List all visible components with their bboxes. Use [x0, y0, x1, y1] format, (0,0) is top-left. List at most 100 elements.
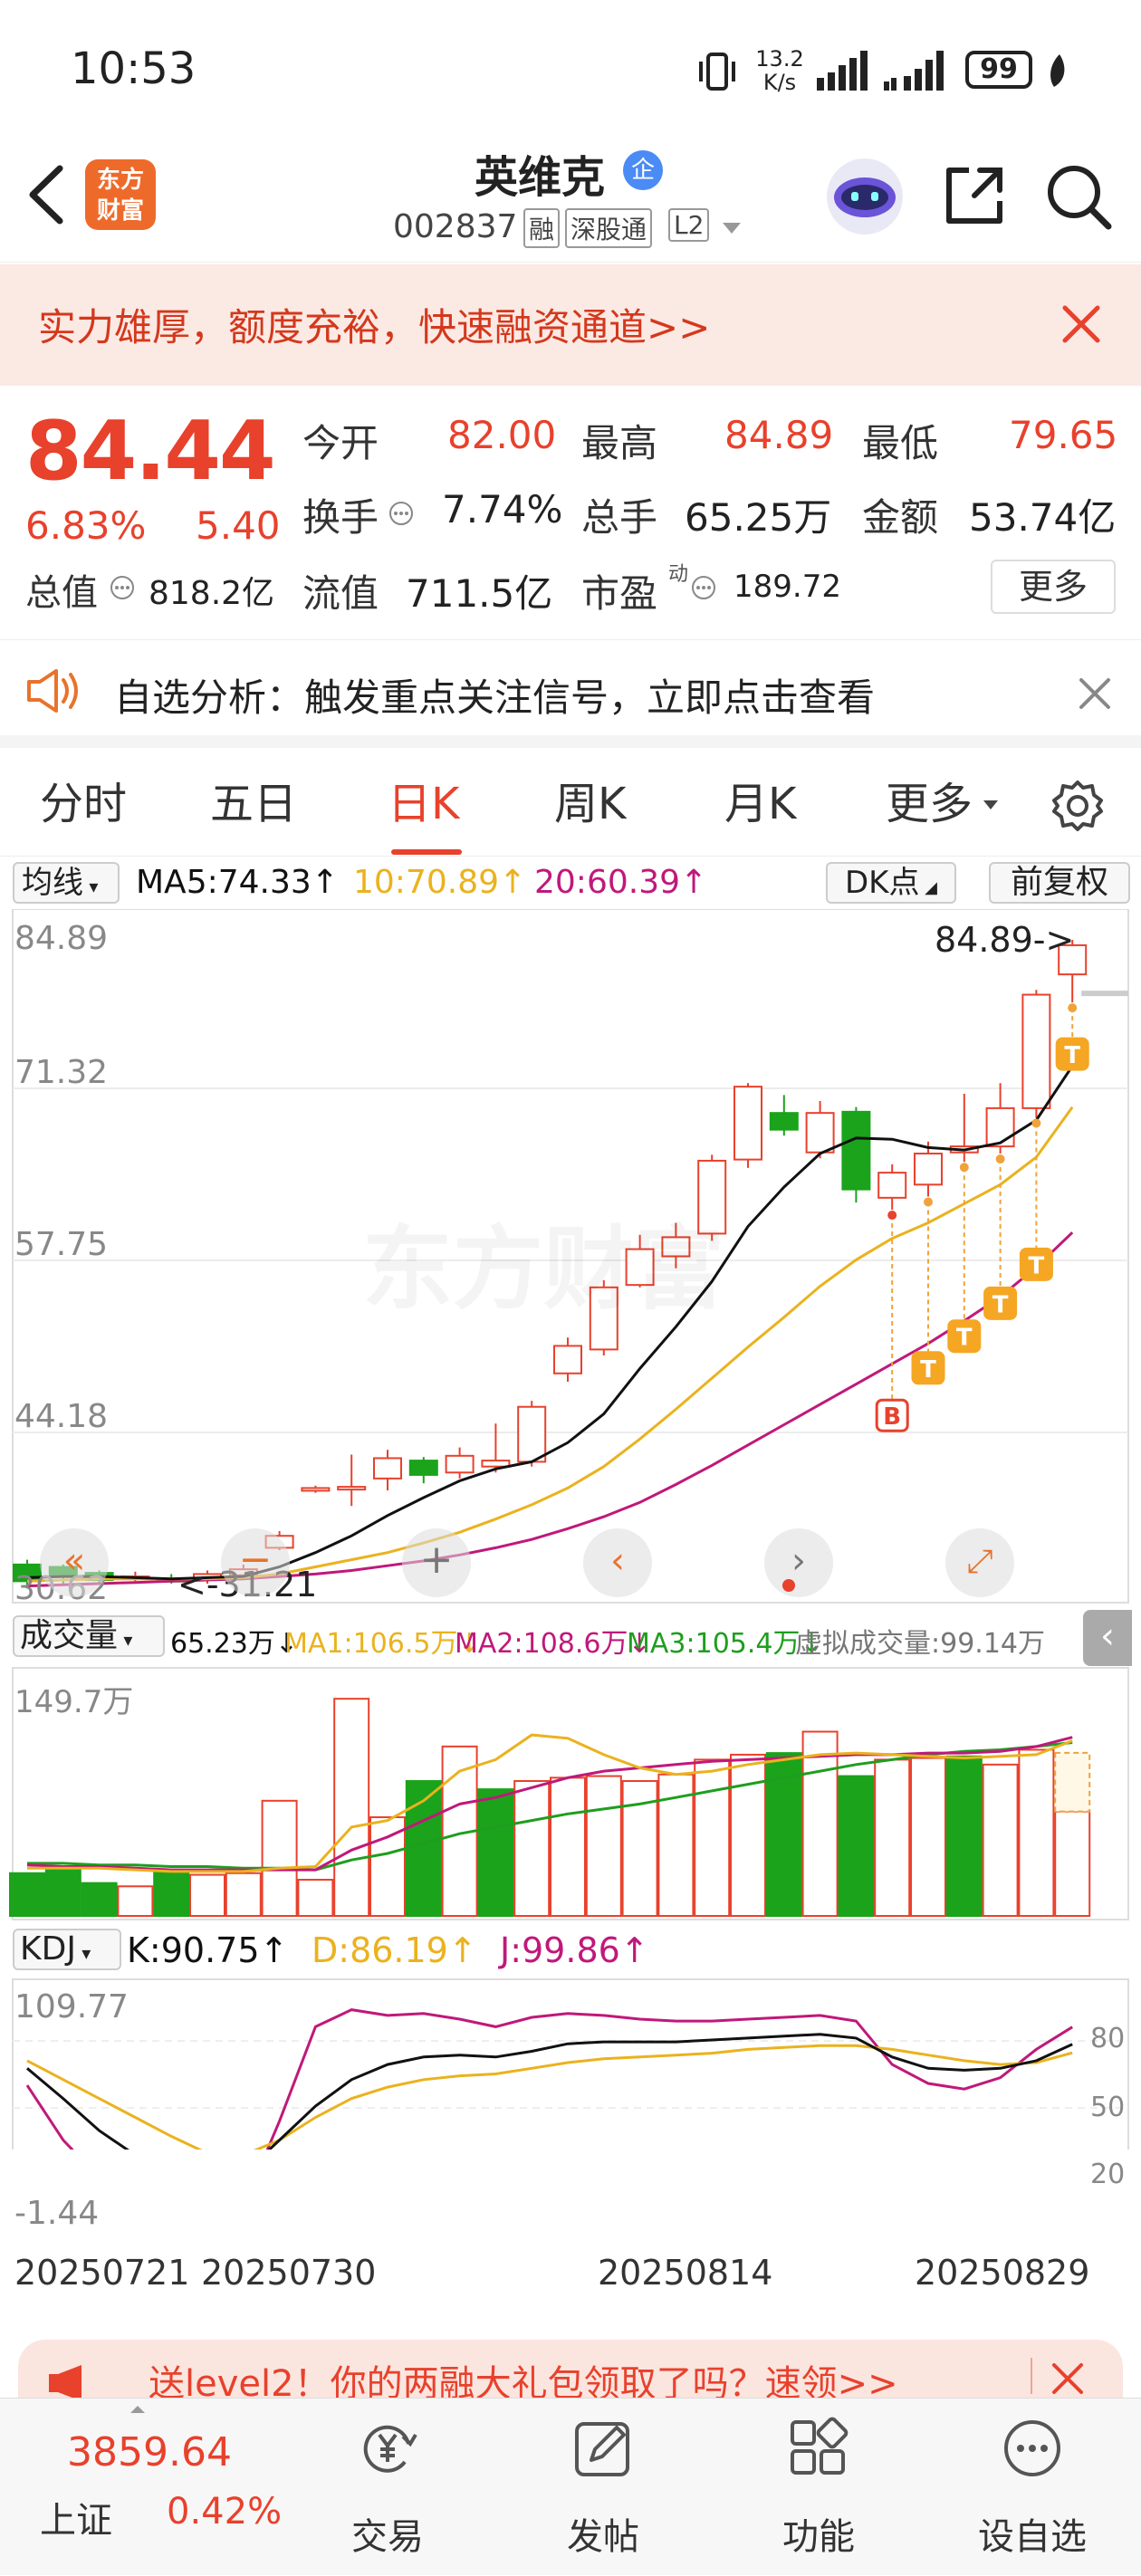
volume-value: 65.25万 — [685, 495, 832, 540]
close-icon[interactable] — [1061, 304, 1101, 344]
vol-ma3: MA3:105.4万↓ — [627, 1628, 823, 1660]
candle-body — [301, 1487, 331, 1492]
tab-more[interactable]: 更多 — [886, 752, 973, 857]
kdj-d-line — [26, 2044, 1073, 2150]
stock-header: 东方 财富 英维克 企 002837 融 深股通 L2 — [0, 136, 1141, 263]
amount-value: 53.74亿 — [969, 495, 1117, 540]
open-label: 今开 — [302, 421, 379, 465]
tab-five-day[interactable]: 五日 — [210, 752, 297, 857]
candle-body — [769, 1112, 799, 1131]
collapse-panel-icon[interactable]: ‹ — [1083, 1610, 1132, 1666]
next-icon[interactable]: › — [764, 1528, 833, 1597]
volume-current: 65.23万↓ — [170, 1628, 299, 1660]
prev-icon[interactable]: ‹ — [583, 1528, 652, 1597]
scroll-left-fast-icon[interactable]: « — [40, 1528, 109, 1597]
volume-bar — [477, 1788, 514, 1917]
connect-tag: 深股通 — [565, 208, 653, 248]
more-dots-icon — [1004, 2420, 1060, 2476]
tab-daily-k[interactable]: 日K — [388, 752, 459, 857]
kdj-selector[interactable]: KDJ ▾ — [13, 1929, 121, 1970]
float-value: 711.5亿 — [406, 571, 553, 616]
index-pct[interactable]: 0.42% — [167, 2491, 282, 2533]
trade-button[interactable]: 交易 — [297, 2399, 478, 2576]
index-name[interactable]: 上证 — [40, 2491, 112, 2543]
high-marker: 84.89-> — [935, 920, 1075, 960]
pe-value: 189.72 — [734, 569, 841, 605]
candle-body — [337, 1486, 367, 1491]
info-icon[interactable] — [109, 574, 136, 601]
volume-bar — [1054, 1810, 1091, 1917]
tab-weekly-k[interactable]: 周K — [554, 752, 626, 857]
add-watchlist-button[interactable]: 设自选 — [942, 2399, 1123, 2576]
info-icon[interactable] — [388, 500, 415, 527]
close-icon[interactable] — [1078, 676, 1112, 711]
speaker-icon — [27, 669, 78, 713]
signal-label: T — [1064, 1042, 1080, 1069]
volume-selector[interactable]: 成交量 ▾ — [13, 1615, 165, 1657]
post-button[interactable]: 发帖 — [513, 2399, 694, 2576]
info-icon[interactable] — [690, 574, 717, 601]
high-value: 84.89 — [724, 413, 834, 457]
status-bar: 10:53 13.2 K/s 99 — [0, 0, 1141, 136]
edit-icon — [575, 2422, 629, 2476]
y-label-3: 57.75 — [14, 1226, 109, 1263]
tab-intraday[interactable]: 分时 — [40, 752, 127, 857]
promo-banner[interactable]: 送level2！你的两融大礼包领取了吗？速领>> — [18, 2340, 1123, 2398]
index-value[interactable]: 3859.64 — [67, 2429, 232, 2475]
analysis-notice[interactable]: 自选分析：触发重点关注信号，立即点击查看 — [0, 639, 1141, 748]
app-logo[interactable]: 东方 财富 — [85, 159, 156, 230]
ma20-value: 20:60.39↑ — [534, 864, 708, 901]
change-value: 5.40 — [196, 503, 281, 548]
dk-point-button[interactable]: DK点 ◢ — [826, 862, 956, 904]
signal-dot — [887, 1211, 897, 1221]
volume-bar — [261, 1799, 298, 1918]
candle-body — [734, 1086, 762, 1161]
tab-monthly-k[interactable]: 月K — [724, 752, 796, 857]
signal-label: T — [920, 1356, 936, 1384]
assistant-robot-icon[interactable] — [824, 156, 906, 237]
search-icon[interactable] — [1045, 163, 1112, 230]
financing-banner[interactable]: 实力雄厚，额度充裕，快速融资通道>> — [0, 264, 1141, 386]
candle-body — [985, 1106, 1015, 1148]
candle-body — [805, 1112, 835, 1154]
dropdown-icon[interactable] — [982, 799, 1000, 811]
volume-bar — [117, 1885, 154, 1917]
share-icon[interactable] — [942, 163, 1007, 228]
vol-ma1: MA1:106.5万↓ — [284, 1628, 481, 1660]
zoom-out-icon[interactable]: − — [221, 1528, 290, 1597]
candle-body — [877, 1172, 907, 1199]
ma-selector[interactable]: 均线 ▾ — [13, 862, 120, 904]
candle-body — [373, 1457, 402, 1480]
kdj-j: J:99.86↑ — [500, 1930, 649, 1970]
net-speed: 13.2 K/s — [755, 46, 804, 95]
adjust-button[interactable]: 前复权 — [989, 862, 1130, 904]
gear-icon[interactable] — [1050, 779, 1105, 833]
volume-bar — [801, 1730, 839, 1918]
banner-text: 实力雄厚，额度充裕，快速融资通道>> — [38, 305, 711, 350]
function-button[interactable]: 功能 — [728, 2399, 909, 2576]
volume-bar — [945, 1755, 983, 1917]
signal-dot — [924, 1197, 933, 1207]
candle-body — [553, 1345, 582, 1374]
pe-dynamic-sup: 动 — [668, 563, 689, 586]
megaphone-icon — [49, 2365, 82, 2398]
bottom-toolbar: 3859.64 上证 0.42% 交易 发帖 功能 设自选 — [0, 2398, 1141, 2575]
status-time: 10:53 — [71, 43, 197, 94]
volume-bar — [81, 1882, 118, 1917]
stock-code: 002837 — [393, 208, 518, 245]
candle-body — [1021, 993, 1051, 1109]
back-icon[interactable] — [25, 163, 65, 226]
close-icon[interactable] — [1050, 2361, 1085, 2396]
kdj-panel-border — [12, 1978, 1129, 2150]
vol-ma2: MA2:108.6万↓ — [455, 1628, 651, 1660]
fullscreen-icon[interactable]: ⤢ — [945, 1528, 1014, 1597]
turnover-label: 换手 — [302, 495, 379, 540]
open-value: 82.00 — [447, 413, 557, 457]
vibrate-icon — [699, 53, 735, 91]
signal-icon-2 — [884, 51, 944, 91]
zoom-in-icon[interactable]: + — [402, 1528, 471, 1597]
dropdown-icon[interactable] — [721, 221, 743, 235]
y-label-max: 84.89 — [14, 920, 109, 957]
more-button[interactable]: 更多 — [991, 560, 1116, 614]
signal-icon-1 — [817, 51, 868, 91]
